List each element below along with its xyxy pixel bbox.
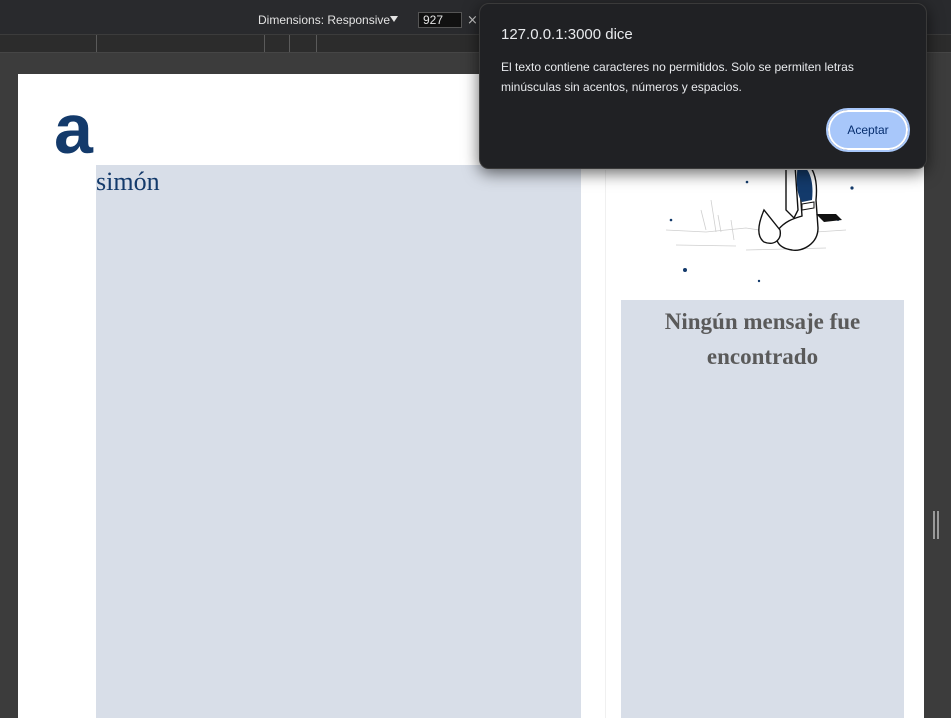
- resize-handle-icon[interactable]: [933, 511, 939, 539]
- messages-list: Ningún mensaje fue encontrado: [621, 300, 904, 718]
- close-icon[interactable]: ×: [467, 13, 478, 28]
- brand-logo[interactable]: a: [54, 94, 93, 164]
- ruler-tick: [316, 35, 317, 52]
- empty-state-illustration: [665, 170, 854, 283]
- accept-button[interactable]: Aceptar: [826, 108, 910, 152]
- dimensions-dropdown[interactable]: Dimensions: Responsive: [258, 13, 390, 27]
- width-input[interactable]: 927: [418, 12, 462, 28]
- chevron-down-icon[interactable]: [390, 16, 398, 22]
- profile-panel: simón: [96, 165, 581, 718]
- alert-dialog: 127.0.0.1:3000 dice El texto contiene ca…: [479, 3, 927, 169]
- dialog-title: 127.0.0.1:3000 dice: [501, 26, 633, 43]
- dialog-message: El texto contiene caracteres no permitid…: [501, 60, 854, 94]
- page-viewport: a simón Ningún mensaje fue encontrado: [18, 74, 924, 718]
- browser-window: Dimensions: Responsive 927 × a simón Nin…: [0, 0, 951, 718]
- messages-sidebar: Ningún mensaje fue encontrado: [605, 170, 919, 718]
- empty-messages-text: Ningún mensaje fue encontrado: [664, 309, 861, 369]
- ruler-tick: [96, 35, 97, 52]
- profile-name: simón: [96, 167, 160, 196]
- ruler-tick: [289, 35, 290, 52]
- ruler-tick: [264, 35, 265, 52]
